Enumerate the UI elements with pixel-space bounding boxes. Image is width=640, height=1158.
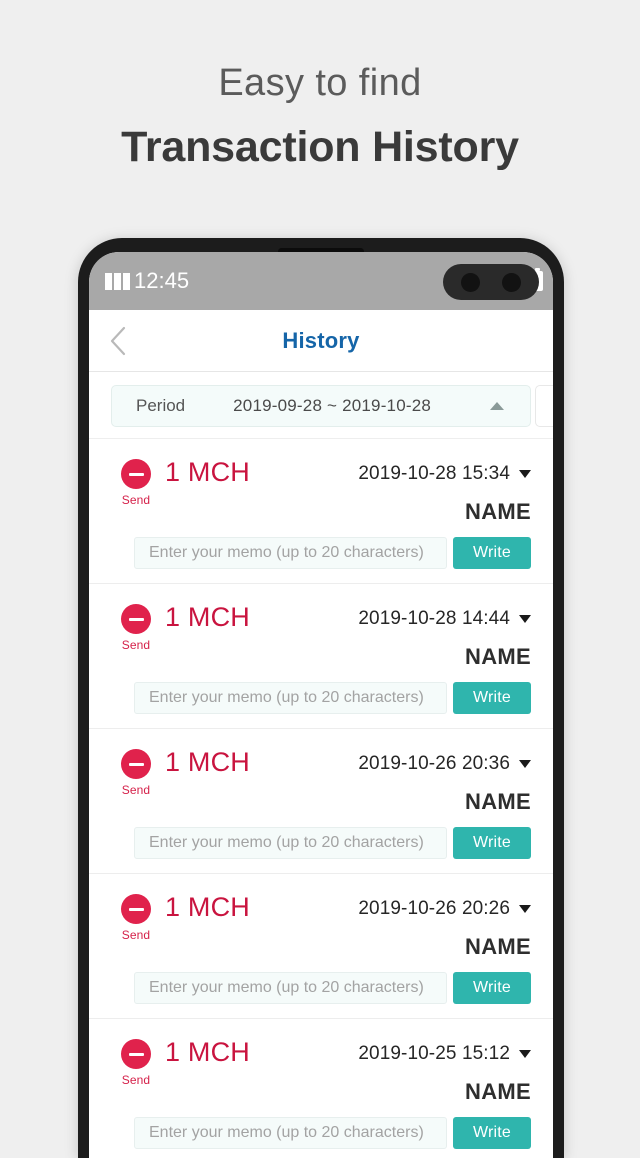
transaction-datetime: 2019-10-26 20:36	[358, 753, 510, 774]
transaction-kind-label: Send	[121, 1073, 151, 1087]
caret-down-icon[interactable]	[519, 760, 531, 768]
caret-down-icon[interactable]	[519, 1050, 531, 1058]
write-memo-button[interactable]: Write	[453, 682, 531, 714]
page-title: History	[282, 327, 360, 353]
transaction-date-line[interactable]: 2019-10-26 20:36	[358, 753, 531, 775]
write-memo-button[interactable]: Write	[453, 1117, 531, 1149]
phone-screen: 12:45 100% History Period	[89, 252, 553, 1158]
transaction-name: NAME	[465, 934, 531, 959]
transaction-name: NAME	[465, 499, 531, 524]
camera-cutout-icon	[443, 264, 539, 300]
phone-frame: 12:45 100% History Period	[78, 238, 564, 1158]
transaction-amount: 1 MCH	[165, 1037, 251, 1067]
memo-row: Write	[111, 972, 531, 1004]
transaction-row[interactable]: Send 1 MCH 2019-10-28 15:34 NAME Write	[89, 439, 553, 584]
transaction-summary: Send 1 MCH 2019-10-28 14:44 NAME	[111, 602, 531, 670]
transaction-kind-label: Send	[121, 783, 151, 797]
transaction-row[interactable]: Send 1 MCH 2019-10-25 15:12 NAME Write	[89, 1019, 553, 1158]
transaction-date-line[interactable]: 2019-10-28 15:34	[358, 463, 531, 485]
back-button[interactable]	[89, 310, 147, 372]
period-next-card-peek[interactable]	[535, 385, 553, 427]
memo-input[interactable]	[134, 827, 447, 859]
memo-input[interactable]	[134, 537, 447, 569]
transaction-datetime: 2019-10-26 20:26	[358, 898, 510, 919]
transaction-summary: Send 1 MCH 2019-10-25 15:12 NAME	[111, 1037, 531, 1105]
transaction-name: NAME	[465, 789, 531, 814]
period-range-value: 2019-09-28 ~ 2019-10-28	[233, 396, 432, 415]
transaction-name: NAME	[465, 1079, 531, 1104]
send-minus-icon	[121, 604, 151, 634]
status-bar-left: 12:45	[105, 268, 189, 294]
send-minus-icon	[121, 749, 151, 779]
memo-input[interactable]	[134, 682, 447, 714]
transaction-datetime: 2019-10-28 15:34	[358, 463, 510, 484]
period-label: Period	[136, 396, 186, 415]
transaction-kind-label: Send	[121, 493, 151, 507]
promo-subtitle: Easy to find	[218, 62, 422, 104]
send-minus-icon	[121, 1039, 151, 1069]
caret-down-icon[interactable]	[519, 615, 531, 623]
signal-bars-icon	[105, 272, 130, 290]
transaction-row[interactable]: Send 1 MCH 2019-10-26 20:36 NAME Write	[89, 729, 553, 874]
transaction-type: Send	[111, 894, 161, 942]
transaction-row[interactable]: Send 1 MCH 2019-10-26 20:26 NAME Write	[89, 874, 553, 1019]
write-memo-button[interactable]: Write	[453, 537, 531, 569]
write-memo-button[interactable]: Write	[453, 827, 531, 859]
status-bar: 12:45 100%	[89, 252, 553, 310]
status-bar-clock: 12:45	[134, 268, 190, 293]
transaction-datetime: 2019-10-28 14:44	[358, 608, 510, 629]
period-section: Period 2019-09-28 ~ 2019-10-28	[89, 372, 553, 439]
send-minus-icon	[121, 459, 151, 489]
transaction-row[interactable]: Send 1 MCH 2019-10-28 14:44 NAME Write	[89, 584, 553, 729]
transaction-amount: 1 MCH	[165, 747, 251, 777]
promo-heading: Easy to find Transaction History	[0, 0, 640, 172]
transaction-amount: 1 MCH	[165, 892, 251, 922]
memo-row: Write	[111, 827, 531, 859]
transaction-kind-label: Send	[121, 928, 151, 942]
memo-input[interactable]	[134, 972, 447, 1004]
caret-up-icon[interactable]	[490, 402, 504, 410]
caret-down-icon[interactable]	[519, 905, 531, 913]
promo-title: Transaction History	[121, 122, 519, 171]
transaction-meta: 2019-10-26 20:36 NAME	[358, 747, 531, 815]
send-minus-icon	[121, 894, 151, 924]
transaction-meta: 2019-10-25 15:12 NAME	[358, 1037, 531, 1105]
chevron-left-icon	[110, 326, 126, 355]
write-memo-button[interactable]: Write	[453, 972, 531, 1004]
transaction-list: Send 1 MCH 2019-10-28 15:34 NAME Write S…	[89, 439, 553, 1158]
transaction-date-line[interactable]: 2019-10-25 15:12	[358, 1043, 531, 1065]
transaction-kind-label: Send	[121, 638, 151, 652]
transaction-meta: 2019-10-26 20:26 NAME	[358, 892, 531, 960]
app-bar: History	[89, 310, 553, 372]
transaction-summary: Send 1 MCH 2019-10-28 15:34 NAME	[111, 457, 531, 525]
transaction-type: Send	[111, 1039, 161, 1087]
transaction-type: Send	[111, 459, 161, 507]
memo-row: Write	[111, 1117, 531, 1149]
memo-input[interactable]	[134, 1117, 447, 1149]
period-selector[interactable]: Period 2019-09-28 ~ 2019-10-28	[111, 385, 531, 427]
transaction-name: NAME	[465, 644, 531, 669]
transaction-type: Send	[111, 749, 161, 797]
transaction-meta: 2019-10-28 15:34 NAME	[358, 457, 531, 525]
memo-row: Write	[111, 682, 531, 714]
transaction-summary: Send 1 MCH 2019-10-26 20:26 NAME	[111, 892, 531, 960]
transaction-summary: Send 1 MCH 2019-10-26 20:36 NAME	[111, 747, 531, 815]
transaction-date-line[interactable]: 2019-10-26 20:26	[358, 898, 531, 920]
transaction-amount: 1 MCH	[165, 457, 251, 487]
caret-down-icon[interactable]	[519, 470, 531, 478]
memo-row: Write	[111, 537, 531, 569]
transaction-type: Send	[111, 604, 161, 652]
transaction-meta: 2019-10-28 14:44 NAME	[358, 602, 531, 670]
transaction-amount: 1 MCH	[165, 602, 251, 632]
transaction-datetime: 2019-10-25 15:12	[358, 1043, 510, 1064]
transaction-date-line[interactable]: 2019-10-28 14:44	[358, 608, 531, 630]
